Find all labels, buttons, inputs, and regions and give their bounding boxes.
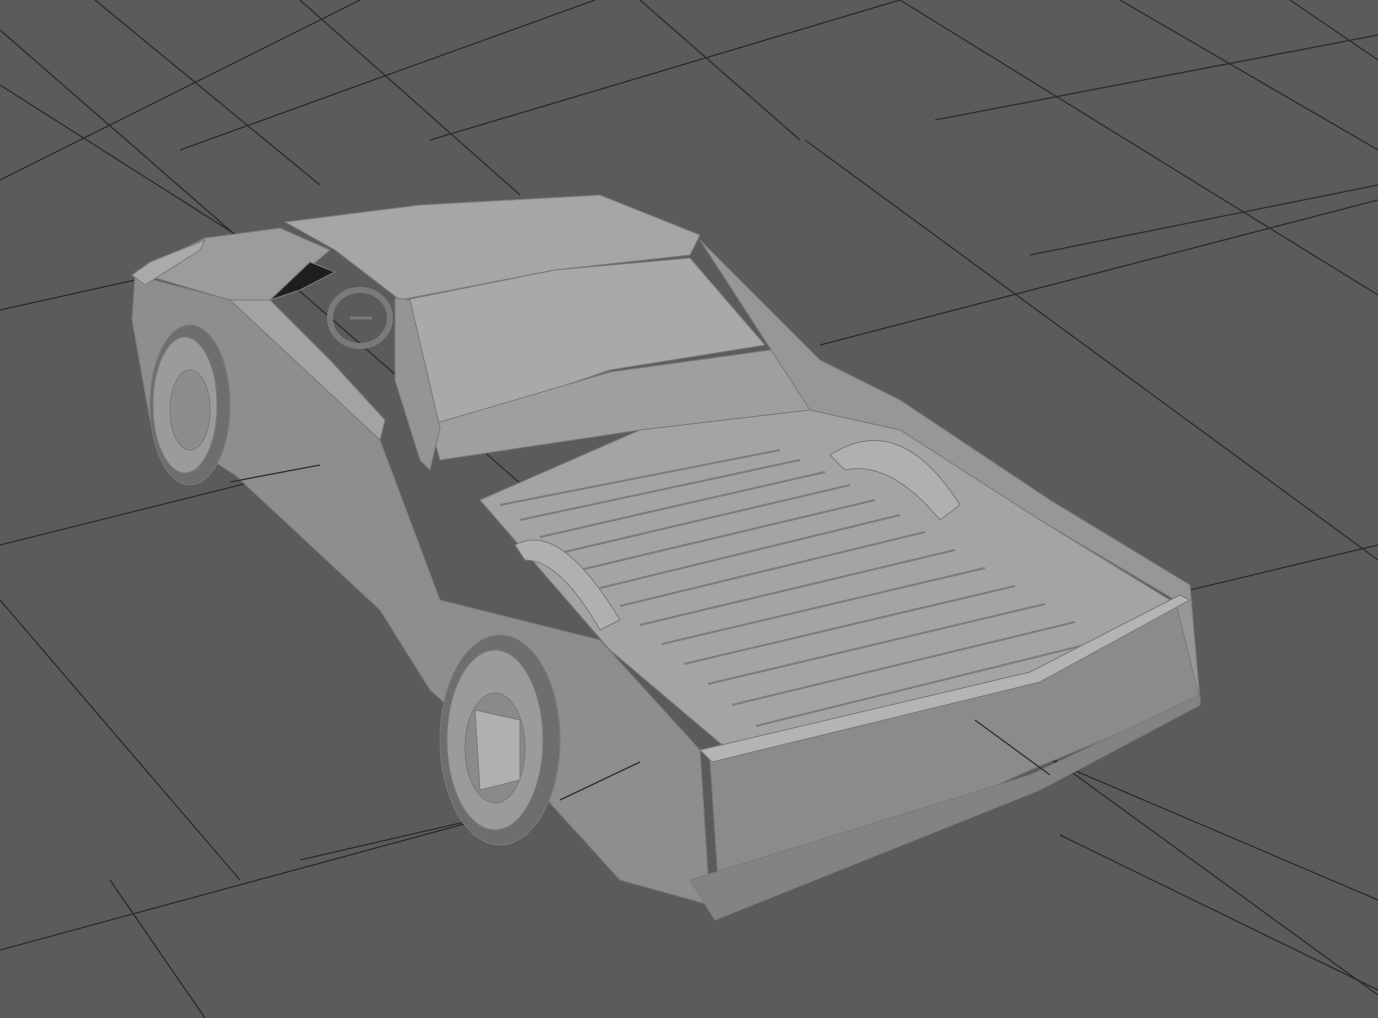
grid-line: [899, 0, 1378, 296]
grid-line: [0, 84, 261, 251]
grid-line: [1059, 834, 1378, 991]
pickup-truck-model[interactable]: [131, 194, 1201, 921]
grid-line: [1289, 0, 1378, 61]
grid-line: [1029, 184, 1378, 256]
grid-line: [0, 0, 361, 181]
grid-line: [0, 599, 241, 881]
grid-line: [1119, 0, 1378, 151]
grid-line: [109, 879, 206, 1018]
grid-line: [934, 34, 1378, 121]
truck-front-wheel: [149, 324, 231, 486]
grid-line: [1049, 759, 1378, 901]
truck-rear-wheel: [439, 634, 561, 846]
grid-line: [179, 0, 596, 151]
grid-line: [299, 0, 521, 196]
grid-line: [94, 0, 321, 186]
grid-line: [999, 719, 1378, 996]
steering-wheel-icon: [327, 287, 393, 349]
grid-line: [819, 199, 1378, 346]
grid-line: [1189, 544, 1378, 591]
grid-line: [429, 0, 901, 141]
3d-viewport[interactable]: [0, 0, 1378, 1018]
viewport-canvas[interactable]: [0, 0, 1378, 1018]
grid-line: [0, 279, 136, 311]
